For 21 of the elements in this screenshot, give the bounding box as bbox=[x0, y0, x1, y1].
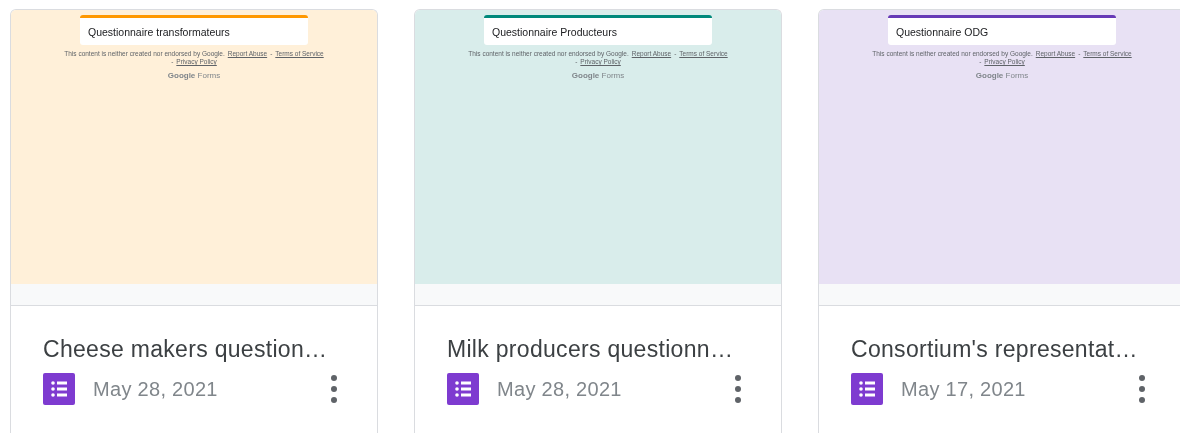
form-title: Questionnaire ODG bbox=[896, 25, 989, 38]
product-text: Forms bbox=[197, 71, 221, 80]
modified-date: May 28, 2021 bbox=[497, 377, 623, 401]
file-name: Cheese makers question… bbox=[43, 336, 329, 363]
brand-text: Google bbox=[975, 71, 1004, 80]
more-options-icon[interactable] bbox=[331, 375, 337, 403]
forms-list-icon bbox=[43, 373, 75, 405]
forms-list-icon bbox=[851, 373, 883, 405]
brand-text: Google bbox=[571, 71, 600, 80]
file-name: Consortium's representat… bbox=[851, 336, 1139, 363]
product-text: Forms bbox=[601, 71, 625, 80]
form-title: Questionnaire Producteurs bbox=[492, 25, 617, 38]
file-name: Milk producers questionn… bbox=[447, 336, 735, 363]
form-title: Questionnaire transformateurs bbox=[88, 25, 230, 38]
modified-date: May 28, 2021 bbox=[93, 377, 219, 401]
brand-text: Google bbox=[167, 71, 196, 80]
more-options-icon[interactable] bbox=[1139, 375, 1145, 403]
product-text: Forms bbox=[1005, 71, 1029, 80]
modified-date: May 17, 2021 bbox=[901, 377, 1027, 401]
more-options-icon[interactable] bbox=[735, 375, 741, 403]
forms-list-icon bbox=[447, 373, 479, 405]
